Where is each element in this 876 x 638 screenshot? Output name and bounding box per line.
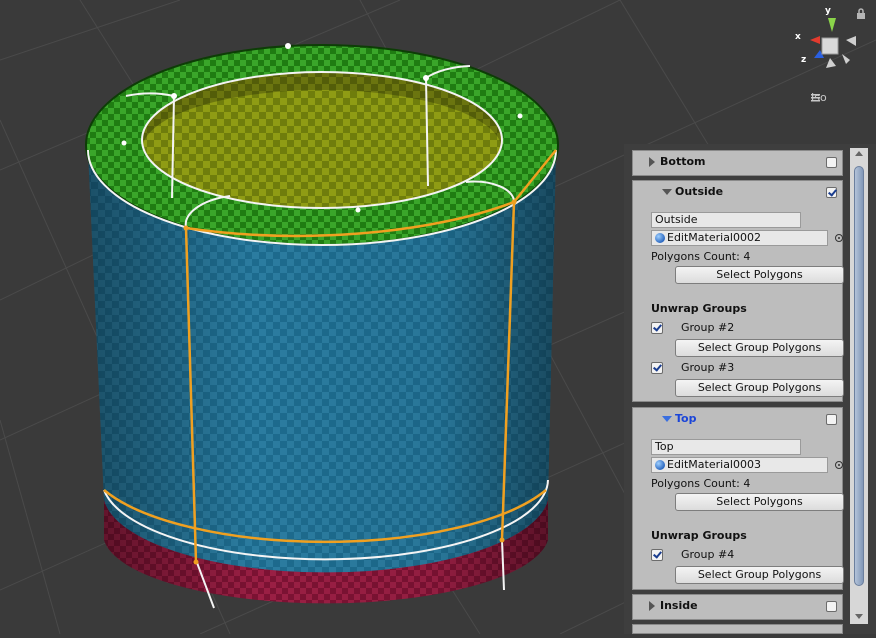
top-name-field[interactable]: Top: [651, 439, 801, 455]
outside-select-polygons-button[interactable]: Select Polygons: [675, 266, 844, 284]
section-bottom: Bottom: [632, 150, 843, 176]
section-inside-header[interactable]: Inside: [633, 595, 842, 617]
section-top-toggle[interactable]: [826, 414, 837, 425]
object-picker-icon[interactable]: [835, 234, 843, 242]
outside-material-field[interactable]: EditMaterial0002: [651, 230, 828, 246]
group-2-label: Group #2: [681, 321, 735, 334]
section-inside: Inside: [632, 594, 843, 620]
section-outside-header[interactable]: Outside: [633, 181, 842, 203]
section-inside-toggle[interactable]: [826, 601, 837, 612]
group-3-checkbox[interactable]: [651, 362, 663, 374]
top-material-field[interactable]: EditMaterial0003: [651, 457, 828, 473]
foldout-expanded-icon[interactable]: [662, 189, 672, 195]
section-outside-title: Outside: [675, 185, 724, 198]
orientation-gizmo[interactable]: [810, 18, 856, 68]
section-inside-title: Inside: [660, 599, 698, 612]
foldout-expanded-icon[interactable]: [662, 416, 672, 422]
section-top-header[interactable]: Top: [633, 408, 842, 430]
outside-polygons-count: Polygons Count: 4: [651, 250, 751, 263]
foldout-collapsed-icon[interactable]: [649, 157, 655, 167]
vertical-scrollbar[interactable]: [850, 148, 868, 624]
object-picker-icon[interactable]: [835, 461, 843, 469]
group-3-label: Group #3: [681, 361, 735, 374]
material-sphere-icon: [655, 460, 665, 470]
gizmo-z-label: z: [801, 55, 807, 65]
group-4-checkbox[interactable]: [651, 549, 663, 561]
group-2-select-button[interactable]: Select Group Polygons: [675, 339, 844, 357]
section-outside-toggle[interactable]: [826, 187, 837, 198]
group-4-select-button[interactable]: Select Group Polygons: [675, 566, 844, 584]
foldout-collapsed-icon[interactable]: [649, 601, 655, 611]
section-bottom-title: Bottom: [660, 155, 706, 168]
top-material-name: EditMaterial0003: [667, 458, 761, 471]
section-bottom-toggle[interactable]: [826, 157, 837, 168]
next-section-edge: [632, 624, 843, 634]
group-2-checkbox[interactable]: [651, 322, 663, 334]
outside-unwrap-groups-label: Unwrap Groups: [651, 302, 747, 315]
group-3-select-button[interactable]: Select Group Polygons: [675, 379, 844, 397]
outside-name-field[interactable]: Outside: [651, 212, 801, 228]
gizmo-x-label: x: [795, 32, 801, 42]
section-outside: Outside Outside EditMaterial0002 Polygon…: [632, 180, 844, 402]
section-bottom-header[interactable]: Bottom: [633, 151, 842, 173]
top-polygons-count: Polygons Count: 4: [651, 477, 751, 490]
section-top-title: Top: [675, 412, 697, 425]
material-sphere-icon: [655, 233, 665, 243]
unwrap-inspector-panel: Bottom Outside Outside EditMaterial0002 …: [624, 144, 876, 634]
gizmo-y-label: y: [825, 6, 831, 16]
group-4-label: Group #4: [681, 548, 735, 561]
top-unwrap-groups-label: Unwrap Groups: [651, 529, 747, 542]
menu-icon[interactable]: [811, 94, 821, 102]
top-select-polygons-button[interactable]: Select Polygons: [675, 493, 844, 511]
section-top: Top Top EditMaterial0003 Polygons Count:…: [632, 407, 844, 590]
scroll-down-arrow-icon[interactable]: [855, 614, 863, 619]
lock-icon[interactable]: [856, 8, 866, 20]
outside-material-name: EditMaterial0002: [667, 231, 761, 244]
scroll-up-arrow-icon[interactable]: [855, 151, 863, 156]
scrollbar-thumb[interactable]: [854, 166, 864, 586]
